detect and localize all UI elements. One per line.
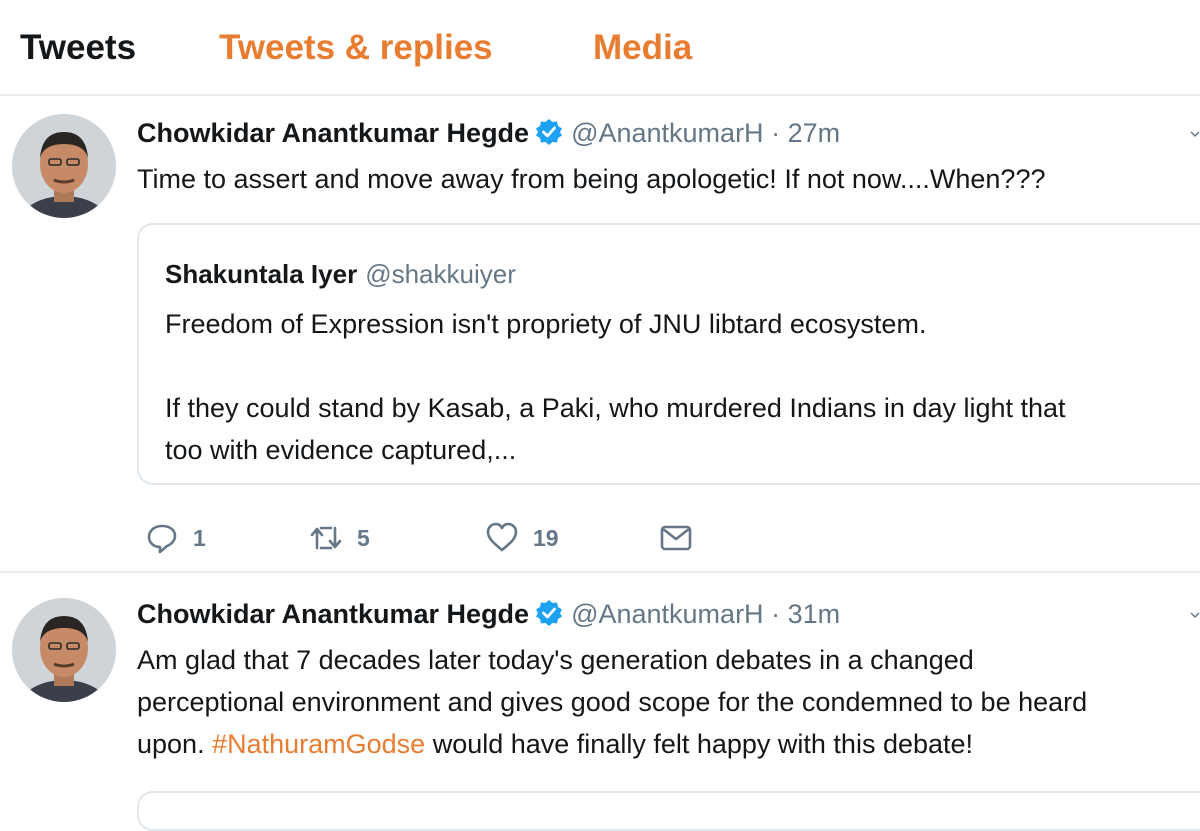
separator-dot: · — [771, 118, 781, 148]
verified-badge-icon — [535, 599, 563, 627]
chevron-down-icon[interactable] — [1190, 126, 1200, 138]
direct-message-button[interactable] — [659, 520, 693, 556]
tweet-text-line: perceptional environment and gives good … — [137, 687, 1088, 717]
quoted-author-name: Shakuntala Iyer — [165, 259, 358, 289]
heart-icon — [486, 522, 518, 552]
tweet-text: Am glad that 7 decades later today's gen… — [137, 639, 1087, 765]
reply-icon — [147, 524, 177, 554]
tweet[interactable]: Chowkidar Anantkumar Hegde @AnantkumarH ·… — [0, 96, 1200, 573]
chevron-down-icon[interactable] — [1190, 607, 1200, 619]
tweet-text-line: Am glad that 7 decades later today's gen… — [137, 645, 974, 675]
tweet-text: Time to assert and move away from being … — [137, 164, 1046, 194]
tab-tweets-and-replies[interactable]: Tweets & replies — [219, 28, 493, 68]
author-handle[interactable]: @AnantkumarH — [571, 118, 763, 148]
quoted-author-handle: @shakkuiyer — [365, 259, 516, 289]
tweet-timestamp[interactable]: 27m — [788, 118, 841, 148]
reply-button[interactable]: 1 — [145, 520, 206, 556]
profile-tabs: Tweets Tweets & replies Media — [0, 0, 1200, 96]
avatar[interactable] — [12, 598, 116, 702]
tweet[interactable]: Chowkidar Anantkumar Hegde @AnantkumarH ·… — [0, 573, 1200, 831]
direct-message-icon — [660, 525, 692, 551]
quoted-text-line: Freedom of Expression isn't propriety of… — [165, 309, 927, 339]
like-count: 19 — [533, 524, 559, 551]
reply-count: 1 — [193, 524, 206, 551]
retweet-count: 5 — [357, 524, 370, 551]
separator-dot: · — [771, 599, 781, 629]
retweet-button[interactable]: 5 — [309, 520, 370, 556]
quoted-tweet-header: Shakuntala Iyer @shakkuiyer — [165, 259, 516, 290]
hashtag-link[interactable]: #NathuramGodse — [212, 729, 425, 759]
author-handle[interactable]: @AnantkumarH — [571, 599, 763, 629]
author-name[interactable]: Chowkidar Anantkumar Hegde — [137, 118, 529, 148]
quoted-text-line: If they could stand by Kasab, a Paki, wh… — [165, 393, 1066, 465]
tweet-header: Chowkidar Anantkumar Hegde @AnantkumarH ·… — [137, 599, 840, 630]
tweet-header: Chowkidar Anantkumar Hegde @AnantkumarH ·… — [137, 118, 840, 149]
verified-badge-icon — [535, 118, 563, 146]
tab-tweets[interactable]: Tweets — [20, 28, 136, 68]
avatar[interactable] — [12, 114, 116, 218]
quoted-tweet[interactable]: Shakuntala Iyer @shakkuiyer Freedom of Ex… — [137, 223, 1200, 485]
quoted-tweet-text: Freedom of Expression isn't propriety of… — [165, 303, 1066, 471]
like-button[interactable]: 19 — [485, 520, 559, 556]
retweet-icon — [310, 526, 342, 550]
tweet-timestamp[interactable]: 31m — [788, 599, 841, 629]
tweet-text-line: upon. #NathuramGodse would have finally … — [137, 729, 974, 759]
author-name[interactable]: Chowkidar Anantkumar Hegde — [137, 599, 529, 629]
tab-media[interactable]: Media — [593, 28, 692, 68]
quoted-tweet[interactable] — [137, 791, 1200, 831]
